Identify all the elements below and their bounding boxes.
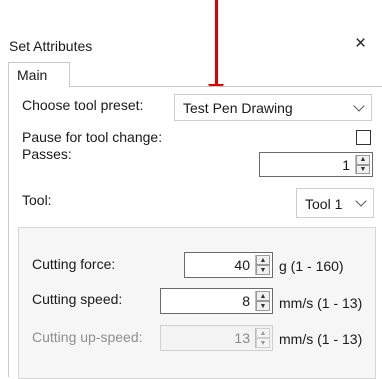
cutting-up-speed-increment-icon: ▲ [256,328,270,338]
close-icon[interactable]: × [355,34,366,54]
tool-preset-select[interactable]: Test Pen Drawing [174,94,372,121]
cutting-speed-label: Cutting speed: [32,291,123,307]
chevron-down-icon [355,195,367,207]
tab-main[interactable]: Main [8,62,70,87]
cutting-force-decrement-icon[interactable]: ▼ [256,265,270,275]
tool-label: Tool: [22,192,52,208]
passes-value: 1 [342,156,350,173]
passes-decrement-icon[interactable]: ▼ [356,164,370,174]
cutting-up-speed-label: Cutting up-speed: [32,329,143,345]
cutting-up-speed-decrement-icon: ▼ [256,338,270,348]
cutting-speed-decrement-icon[interactable]: ▼ [256,301,270,311]
cutting-up-speed-value: 13 [234,330,250,346]
dialog-title: Set Attributes [9,38,93,54]
pause-tool-change-checkbox[interactable] [356,130,371,145]
pause-tool-change-label: Pause for tool change: [22,129,163,145]
cutting-speed-value: 8 [242,293,250,309]
annotation-arrow-shaft [215,0,218,86]
passes-increment-icon[interactable]: ▲ [356,155,370,165]
cutting-up-speed-stepper: 13 ▲ ▼ [160,325,273,351]
cutting-force-label: Cutting force: [32,256,116,272]
cutting-force-unit: g (1 - 160) [279,258,344,274]
cutting-force-increment-icon[interactable]: ▲ [256,255,270,265]
cutting-speed-stepper[interactable]: 8 ▲ ▼ [160,288,273,314]
cutting-force-value: 40 [234,257,250,273]
cutting-up-speed-unit: mm/s (1 - 13) [279,331,363,347]
tool-value: Tool 1 [305,196,343,212]
cutting-speed-increment-icon[interactable]: ▲ [256,291,270,301]
tool-preset-label: Choose tool preset: [22,97,144,113]
cutting-speed-unit: mm/s (1 - 13) [279,295,363,311]
passes-label: Passes: [22,146,72,162]
tool-select[interactable]: Tool 1 [296,188,374,218]
chevron-down-icon [353,99,365,112]
cutting-force-stepper[interactable]: 40 ▲ ▼ [184,252,273,278]
tool-preset-value: Test Pen Drawing [183,100,293,116]
passes-stepper[interactable]: 1 ▲ ▼ [259,152,373,177]
